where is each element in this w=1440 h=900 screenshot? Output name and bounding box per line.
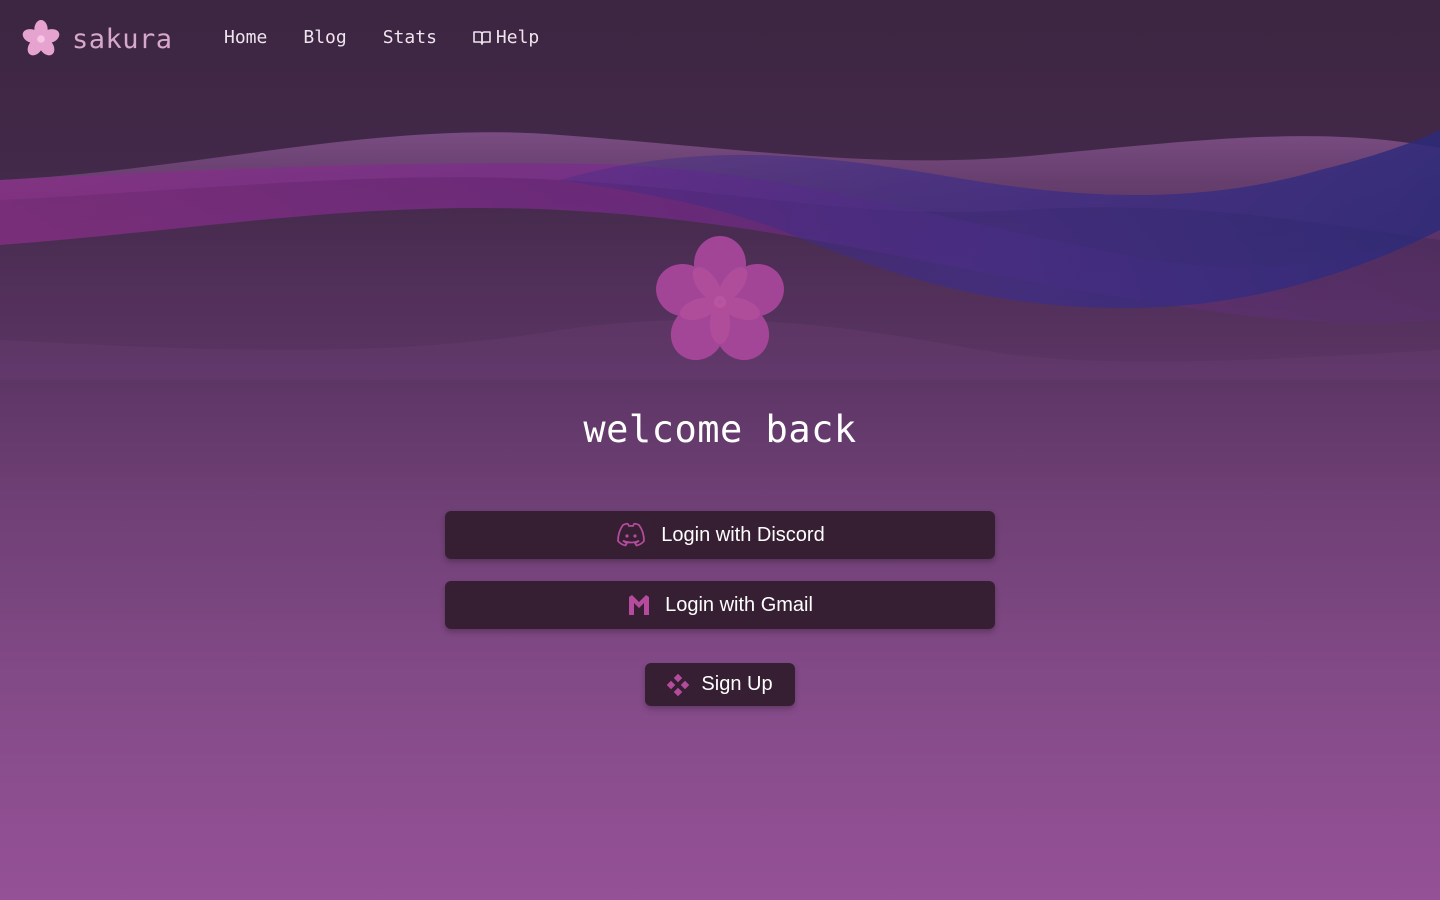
sakura-logo-icon xyxy=(22,20,60,56)
signup-button[interactable]: Sign Up xyxy=(645,663,795,706)
nav-link-label: Blog xyxy=(303,27,347,48)
nav-link-blog[interactable]: Blog xyxy=(303,27,346,48)
nav-link-label: Home xyxy=(224,27,268,48)
nav-links: Home Blog Stats Help xyxy=(224,27,539,48)
login-gmail-button[interactable]: Login with Gmail xyxy=(445,581,995,629)
nav-link-label: Help xyxy=(495,27,540,48)
nav-link-stats[interactable]: Stats xyxy=(383,27,437,48)
sakura-flower-icon xyxy=(656,236,784,361)
brand-name: sakura xyxy=(72,23,173,55)
login-gmail-label: Login with Gmail xyxy=(665,593,813,616)
nav-link-help[interactable]: Help xyxy=(473,27,539,48)
login-discord-button[interactable]: Login with Discord xyxy=(445,511,995,559)
nav-link-label: Stats xyxy=(382,27,437,48)
diamond-cluster-icon xyxy=(667,673,690,696)
signup-label: Sign Up xyxy=(701,673,773,695)
discord-icon xyxy=(617,522,646,547)
gmail-icon xyxy=(629,595,650,615)
page-title: welcome back xyxy=(583,408,857,451)
top-nav: sakura Home Blog Stats Help xyxy=(0,0,1440,78)
nav-link-home[interactable]: Home xyxy=(224,27,267,48)
login-discord-label: Login with Discord xyxy=(661,523,825,546)
brand-link[interactable]: sakura xyxy=(22,20,173,58)
book-icon xyxy=(473,30,491,45)
